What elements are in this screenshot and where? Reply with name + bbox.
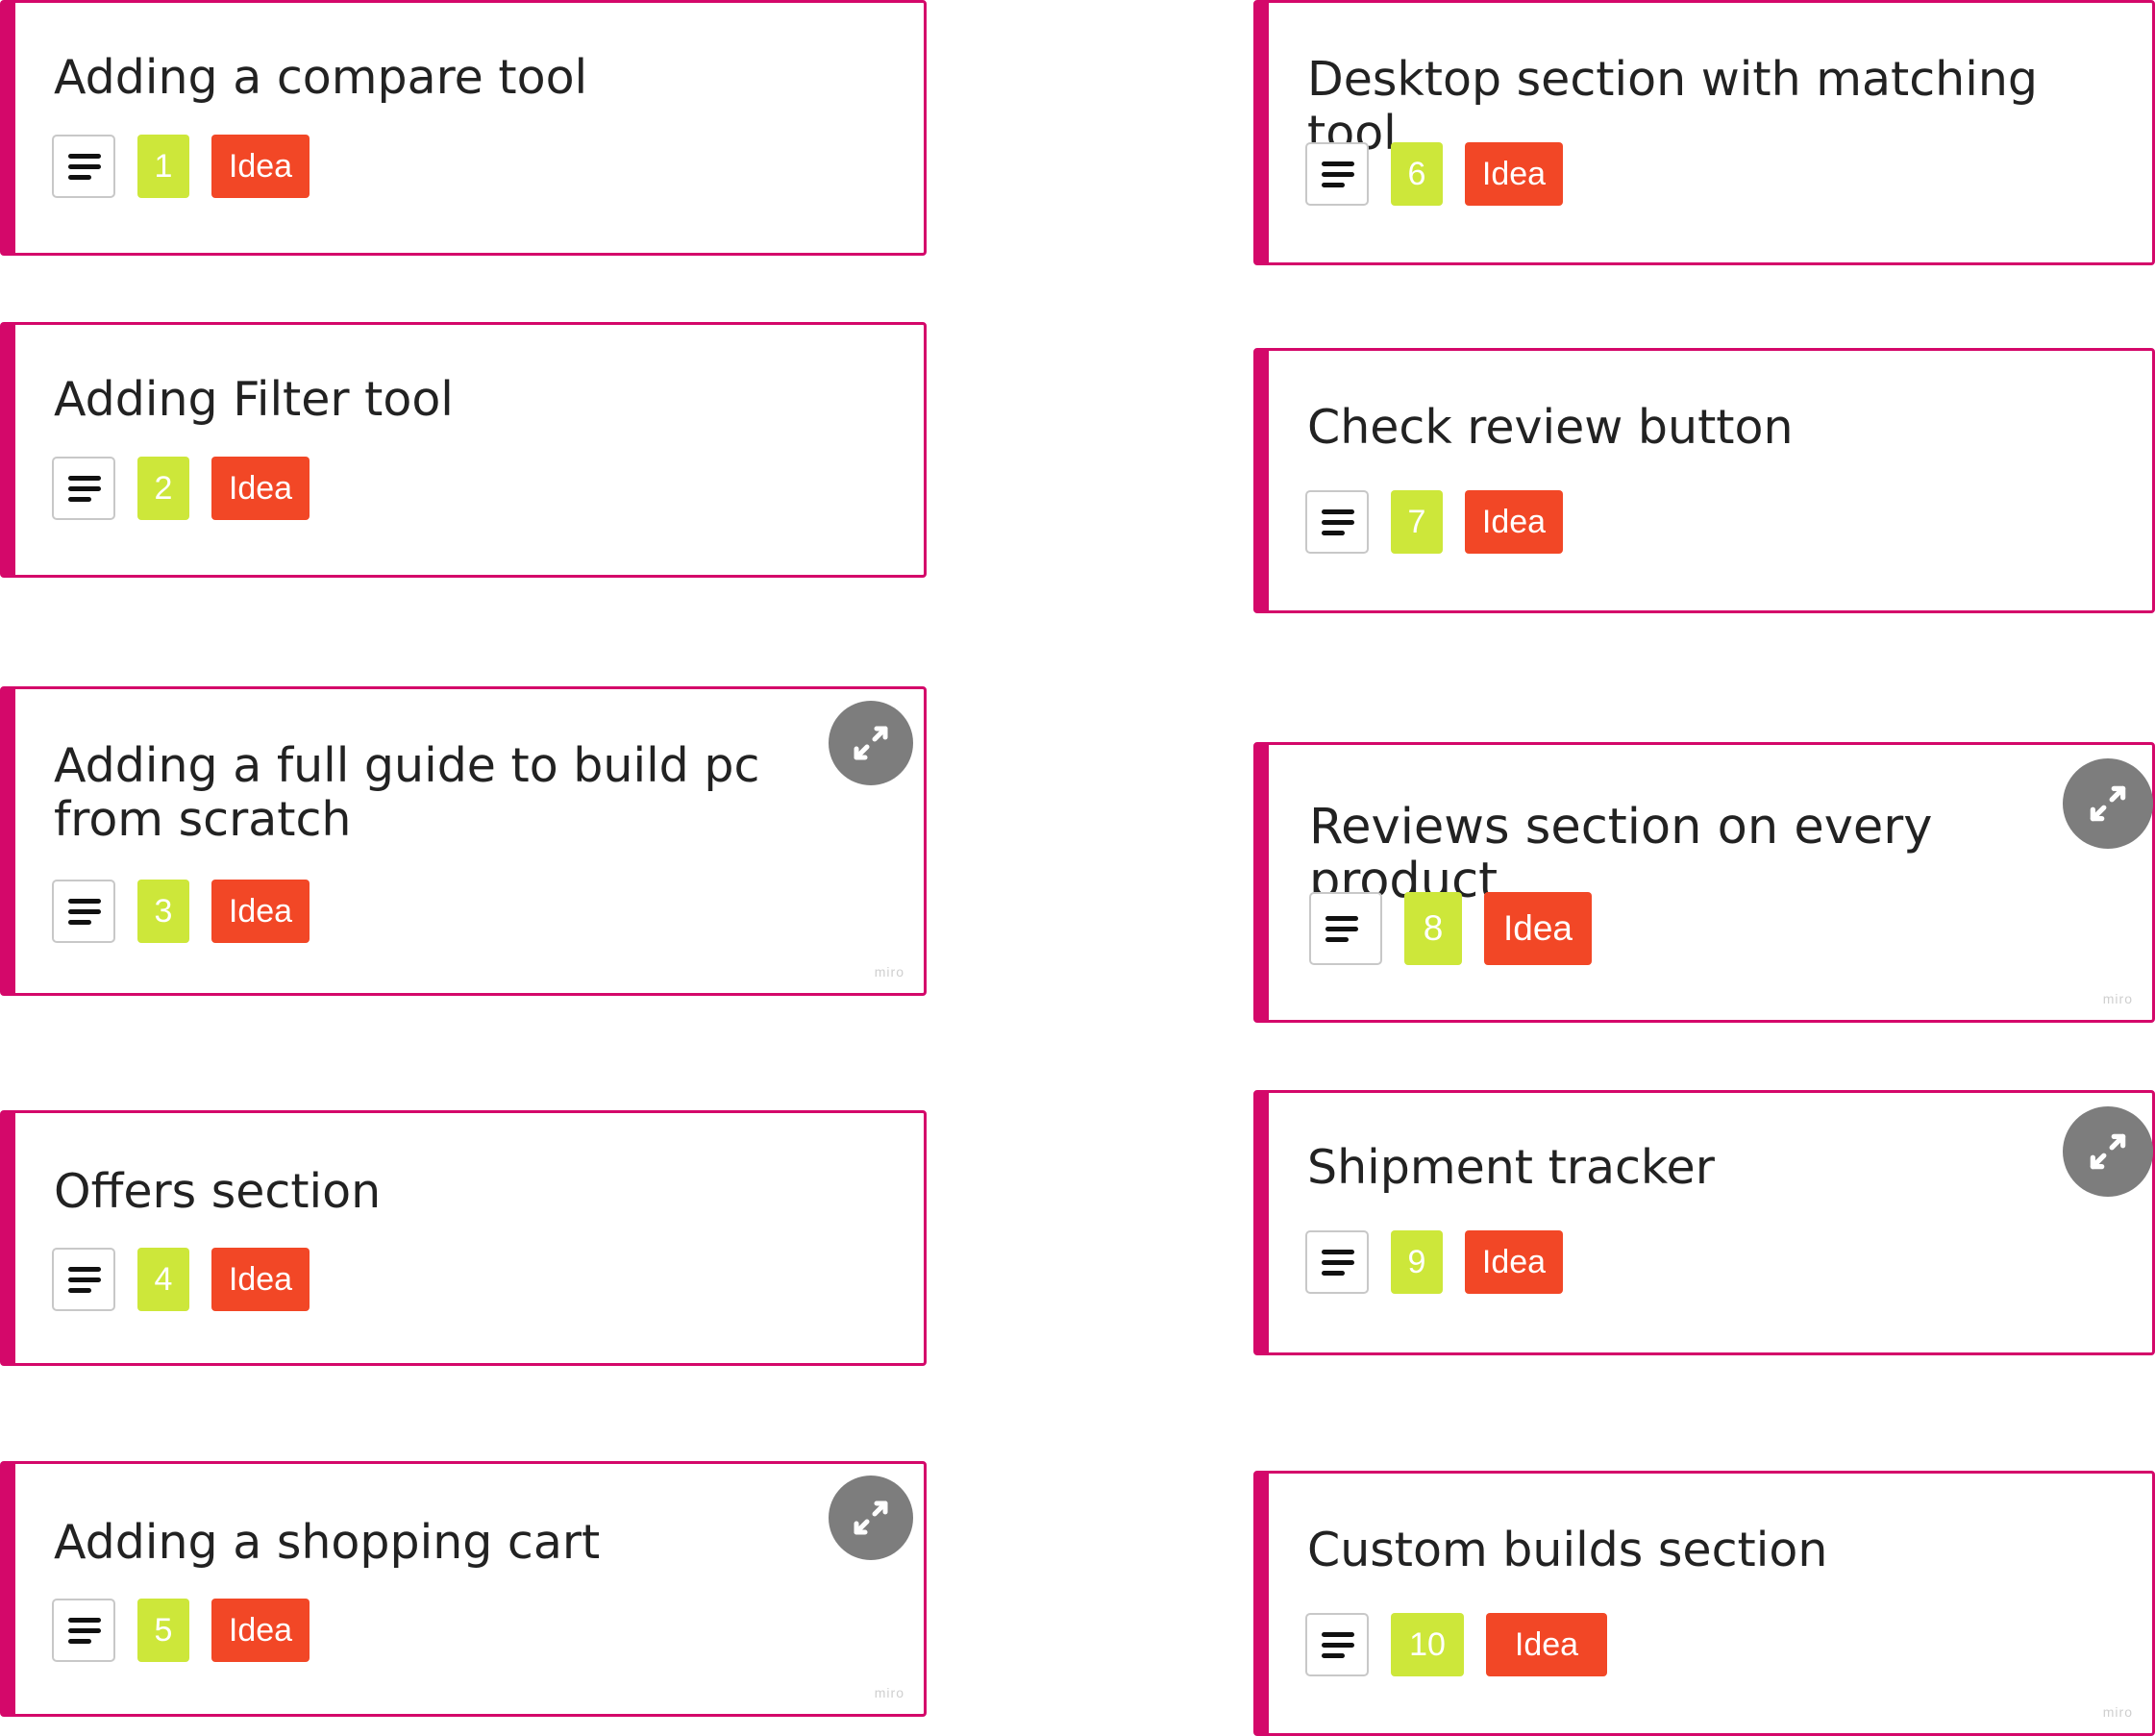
idea-tag[interactable]: Idea (1484, 892, 1592, 965)
idea-tag[interactable]: Idea (1465, 1230, 1563, 1294)
idea-tag[interactable]: Idea (211, 1248, 310, 1311)
card-tags: 9 Idea (1305, 1228, 1563, 1296)
card-2[interactable]: Adding Filter tool 2 Idea (0, 322, 927, 578)
description-icon[interactable] (1309, 892, 1382, 965)
number-tag[interactable]: 2 (137, 457, 189, 520)
card-10[interactable]: Custom builds section 10 Idea miro (1253, 1471, 2155, 1736)
card-8[interactable]: Reviews section on every product 8 Idea … (1253, 742, 2155, 1023)
card-tags: 10 Idea (1305, 1611, 1607, 1678)
description-icon[interactable] (52, 1248, 115, 1311)
card-tags: 4 Idea (52, 1246, 310, 1313)
card-1[interactable]: Adding a compare tool 1 Idea (0, 0, 927, 256)
card-tags: 2 Idea (52, 455, 310, 522)
number-tag[interactable]: 7 (1391, 490, 1443, 554)
idea-tag[interactable]: Idea (211, 880, 310, 943)
card-tags: 8 Idea (1309, 891, 1592, 966)
idea-tag[interactable]: Idea (211, 135, 310, 198)
number-tag[interactable]: 5 (137, 1599, 189, 1662)
idea-tag[interactable]: Idea (211, 1599, 310, 1662)
expand-icon[interactable] (829, 1476, 913, 1560)
idea-tag[interactable]: Idea (1465, 490, 1563, 554)
card-tags: 3 Idea (52, 878, 310, 945)
idea-tag[interactable]: Idea (211, 457, 310, 520)
card-5[interactable]: Adding a shopping cart 5 Idea miro (0, 1461, 927, 1717)
expand-icon[interactable] (2063, 758, 2153, 849)
miro-watermark: miro (874, 1685, 904, 1700)
miro-watermark: miro (2102, 991, 2133, 1006)
description-icon[interactable] (52, 880, 115, 943)
description-icon[interactable] (52, 1599, 115, 1662)
card-7[interactable]: Check review button 7 Idea (1253, 348, 2155, 613)
description-icon[interactable] (1305, 1230, 1369, 1294)
card-title: Offers section (54, 1164, 382, 1219)
miro-watermark: miro (874, 964, 904, 980)
card-tags: 7 Idea (1305, 488, 1563, 556)
description-icon[interactable] (52, 457, 115, 520)
card-title: Adding a full guide to build pc from scr… (54, 738, 760, 847)
card-3[interactable]: Adding a full guide to build pc from scr… (0, 686, 927, 996)
card-4[interactable]: Offers section 4 Idea (0, 1110, 927, 1366)
card-title: Custom builds section (1307, 1523, 1828, 1577)
card-title: Shipment tracker (1307, 1140, 1715, 1195)
number-tag[interactable]: 8 (1404, 892, 1462, 965)
number-tag[interactable]: 1 (137, 135, 189, 198)
description-icon[interactable] (1305, 1613, 1369, 1676)
number-tag[interactable]: 9 (1391, 1230, 1443, 1294)
number-tag[interactable]: 3 (137, 880, 189, 943)
card-tags: 6 Idea (1305, 140, 1563, 208)
miro-watermark: miro (2102, 1704, 2133, 1720)
card-title: Adding a compare tool (54, 50, 588, 105)
idea-tag[interactable]: Idea (1486, 1613, 1607, 1676)
card-title: Adding Filter tool (54, 372, 454, 427)
number-tag[interactable]: 10 (1391, 1613, 1464, 1676)
number-tag[interactable]: 4 (137, 1248, 189, 1311)
card-9[interactable]: Shipment tracker 9 Idea (1253, 1090, 2155, 1355)
card-6[interactable]: Desktop section with matching tool 6 Ide… (1253, 0, 2155, 265)
card-tags: 5 Idea (52, 1597, 310, 1664)
expand-icon[interactable] (2063, 1106, 2153, 1197)
card-title: Adding a shopping cart (54, 1515, 601, 1570)
card-tags: 1 Idea (52, 133, 310, 200)
description-icon[interactable] (1305, 490, 1369, 554)
idea-tag[interactable]: Idea (1465, 142, 1563, 206)
description-icon[interactable] (52, 135, 115, 198)
card-title: Check review button (1307, 400, 1794, 455)
description-icon[interactable] (1305, 142, 1369, 206)
number-tag[interactable]: 6 (1391, 142, 1443, 206)
expand-icon[interactable] (829, 701, 913, 785)
